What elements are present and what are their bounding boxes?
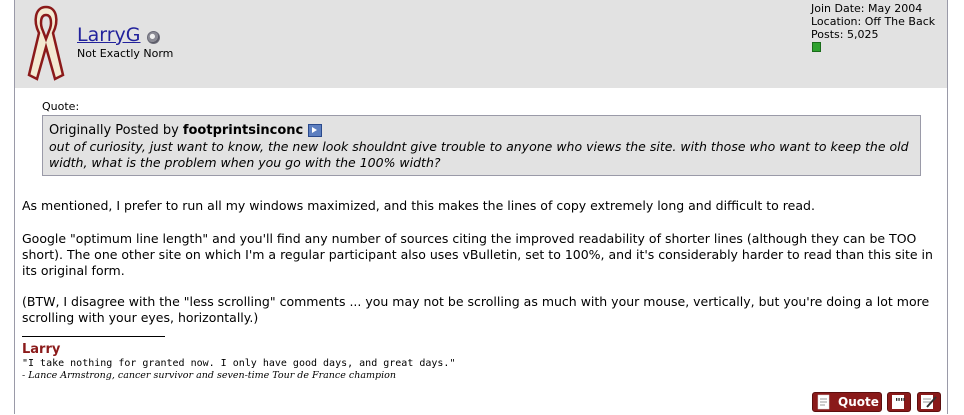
post-paragraph: As mentioned, I prefer to run all my win… <box>22 198 815 213</box>
post-count: Posts: 5,025 <box>811 28 879 41</box>
signature-attribution: - Lance Armstrong, cancer survivor and s… <box>22 370 396 381</box>
username-link[interactable]: LarryG <box>77 24 141 46</box>
quote-label: Quote: <box>42 100 80 113</box>
signature-name: Larry <box>22 342 61 357</box>
originally-posted-by: Originally Posted by <box>49 123 179 138</box>
user-info: Join Date: May 2004 Location: Off The Ba… <box>811 2 935 41</box>
quote-box: Originally Posted by footprintsinconc ou… <box>42 115 921 176</box>
location: Location: Off The Back <box>811 15 936 28</box>
join-date: Join Date: May 2004 <box>811 2 923 15</box>
quote-button[interactable]: Quote <box>812 392 882 412</box>
reputation-icon <box>812 42 821 52</box>
post-user-header: LarryG Not Exactly Norm Join Date: May 2… <box>15 0 947 88</box>
quote-author: footprintsinconc <box>182 123 304 138</box>
quoted-text: out of curiosity, just want to know, the… <box>49 139 909 170</box>
view-post-icon[interactable] <box>308 124 323 137</box>
quote-paper-icon <box>817 394 830 410</box>
edit-post-icon <box>921 395 937 409</box>
multi-quote-button[interactable]: " " <box>887 392 911 412</box>
post-paragraph: (BTW, I disagree with the "less scrollin… <box>22 294 930 325</box>
user-title: Not Exactly Norm <box>77 47 174 60</box>
edit-post-button[interactable] <box>917 392 941 412</box>
quote-attribution: Originally Posted by footprintsinconc <box>49 123 323 138</box>
svg-text:": " <box>900 396 906 409</box>
multi-quote-icon: " " <box>892 395 906 409</box>
quote-button-label: Quote <box>838 395 879 409</box>
post-paragraph: Google "optimum line length" and you'll … <box>22 231 933 278</box>
signature-quote: "I take nothing for granted now. I only … <box>22 358 456 369</box>
offline-status-icon <box>146 30 160 44</box>
signature-divider <box>22 336 165 337</box>
post-container: LarryG Not Exactly Norm Join Date: May 2… <box>14 0 948 414</box>
cancer-ribbon-icon <box>27 5 65 81</box>
